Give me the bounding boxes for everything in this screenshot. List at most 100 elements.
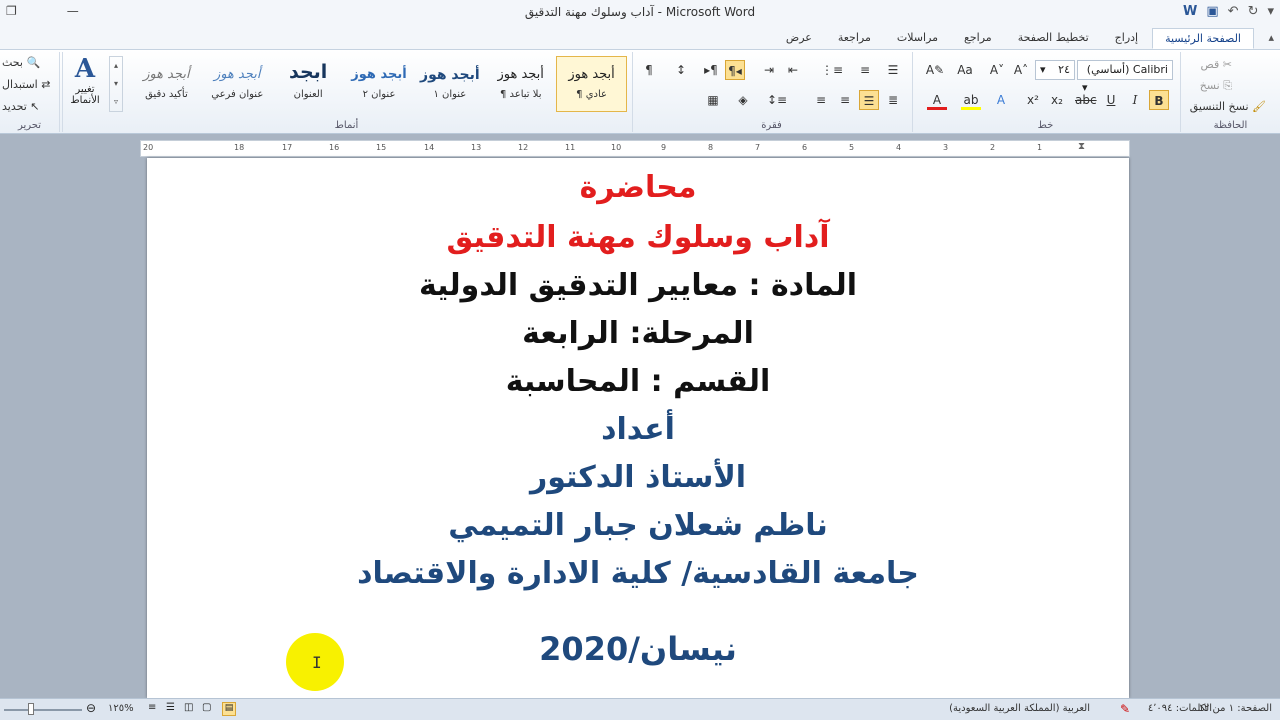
view-draft-icon[interactable]: ≡ [148, 702, 156, 713]
doc-line-title[interactable]: آداب وسلوك مهنة التدقيق [147, 220, 1129, 255]
styles-scroll[interactable]: ▴ ▾ ▿ [109, 56, 123, 112]
ruler-tick: 7 [755, 143, 761, 152]
ltr-direction-icon[interactable]: ▸¶ [701, 60, 721, 80]
style-name: عنوان فرعي [211, 89, 264, 100]
doc-line-lecture[interactable]: محاضرة [147, 170, 1129, 205]
copy-button[interactable]: نسخ ⎘ [1200, 79, 1232, 93]
style-subtitle[interactable]: أبجد هوز عنوان فرعي [202, 56, 273, 112]
tab-insert[interactable]: إدراج [1103, 28, 1150, 49]
increase-indent-icon[interactable]: ⇥ [759, 60, 779, 80]
doc-line-professor[interactable]: الأستاذ الدكتور [147, 460, 1129, 495]
doc-line-author[interactable]: ناظم شعلان جبار التميمي [147, 508, 1129, 543]
align-center-icon[interactable]: ☰ [859, 90, 879, 110]
borders-icon[interactable]: ▦ [703, 90, 723, 110]
replace-label: استبدال [2, 78, 38, 91]
highlight-icon[interactable]: ab [961, 90, 981, 110]
font-size-dropdown[interactable]: ٢٤ ▾ [1035, 60, 1075, 80]
view-full-screen-icon[interactable]: ▢ [202, 702, 211, 713]
word-logo-icon[interactable]: W [1183, 4, 1197, 19]
save-icon[interactable]: ▣ [1206, 4, 1218, 19]
font-name-dropdown[interactable]: Calibri (أساسي) ▾ [1077, 60, 1173, 94]
ruler-tick: 6 [802, 143, 808, 152]
doc-line-prepared[interactable]: أعداد [147, 412, 1129, 447]
zoom-slider-thumb[interactable] [28, 703, 34, 715]
font-group: Calibri (أساسي) ▾ ٢٤ ▾ A˄ A˅ Aa A✎ B I U… [912, 52, 1178, 132]
title-bar: ❐ — آداب وسلوك مهنة التدقيق - Microsoft … [0, 0, 1280, 26]
zoom-slider[interactable] [4, 709, 82, 711]
grow-font-icon[interactable]: A˄ [1011, 60, 1031, 80]
shading-icon[interactable]: ◈ [733, 90, 753, 110]
doc-line-subject[interactable]: المادة : معايير التدقيق الدولية [147, 268, 1129, 303]
horizontal-ruler[interactable]: 20 18 17 16 15 14 13 12 11 10 9 8 7 6 5 … [140, 140, 1130, 157]
right-indent-marker[interactable]: ⧗ [1078, 141, 1085, 152]
ruler-tick: 10 [611, 143, 622, 152]
style-sample: أبجد هوز [420, 67, 480, 83]
font-color-icon[interactable]: A [927, 90, 947, 110]
bold-icon[interactable]: B [1149, 90, 1169, 110]
proofing-icon[interactable]: ✎ [1120, 702, 1130, 716]
style-subtle-emphasis[interactable]: أبجد هوز تأكيد دقيق [131, 56, 202, 112]
justify-icon[interactable]: ≣ [883, 90, 903, 110]
style-heading-2[interactable]: أبجد هوز عنوان ٢ [344, 56, 415, 112]
language-indicator[interactable]: العربية (المملكة العربية السعودية) [949, 703, 1090, 714]
tab-references[interactable]: مراجع [952, 28, 1004, 49]
style-no-spacing[interactable]: أبجد هوز ¶ بلا تباعد [485, 56, 556, 112]
change-case-icon[interactable]: Aa [955, 60, 975, 80]
replace-button[interactable]: استبدال ⇄ [2, 78, 50, 91]
redo-icon[interactable]: ↻ [1248, 4, 1259, 19]
format-painter-button[interactable]: نسخ التنسيق 🖌 [1190, 100, 1266, 113]
text-effects-icon[interactable]: A [991, 90, 1011, 110]
zoom-level[interactable]: ١٢٥% [108, 703, 134, 714]
find-button[interactable]: بحث 🔍 [2, 56, 40, 69]
customize-qat-icon[interactable]: ▾ [1267, 4, 1274, 19]
strikethrough-icon[interactable]: abc [1075, 90, 1097, 110]
tab-home[interactable]: الصفحة الرئيسية [1152, 28, 1254, 49]
ruler-tick: 11 [565, 143, 576, 152]
doc-line-department[interactable]: القسم : المحاسبة [147, 364, 1129, 399]
undo-icon[interactable]: ↶ [1228, 4, 1239, 19]
doc-line-stage[interactable]: المرحلة: الرابعة [147, 316, 1129, 351]
sort-icon[interactable]: ↕ [671, 60, 691, 80]
doc-line-university[interactable]: جامعة القادسية/ كلية الادارة والاقتصاد [147, 556, 1129, 591]
change-styles-button[interactable]: A تغيير الأنماط [62, 54, 108, 116]
document-page[interactable]: محاضرة آداب وسلوك مهنة التدقيق المادة : … [147, 158, 1129, 698]
copy-label: نسخ [1199, 79, 1220, 92]
show-formatting-icon[interactable]: ¶ [639, 60, 659, 80]
superscript-icon[interactable]: x² [1023, 90, 1043, 110]
bullets-icon[interactable]: ☰ [883, 60, 903, 80]
view-outline-icon[interactable]: ☰ [166, 702, 175, 713]
font-group-label: خط [1037, 120, 1054, 131]
view-web-layout-icon[interactable]: ◫ [184, 702, 193, 713]
multilevel-list-icon[interactable]: ⋮≡ [821, 60, 843, 80]
decrease-indent-icon[interactable]: ⇤ [783, 60, 803, 80]
zoom-out-icon[interactable]: ⊖ [86, 701, 96, 715]
ribbon-collapse-icon[interactable]: ▴ [1268, 31, 1274, 44]
tab-mailings[interactable]: مراسلات [885, 28, 950, 49]
underline-icon[interactable]: U [1101, 90, 1121, 110]
line-spacing-icon[interactable]: ↕≡ [767, 90, 787, 110]
clear-formatting-icon[interactable]: A✎ [925, 60, 945, 80]
rtl-direction-icon[interactable]: ¶◂ [725, 60, 745, 80]
tab-review[interactable]: مراجعة [826, 28, 883, 49]
style-heading-1[interactable]: أبجد هوز عنوان ١ [414, 56, 485, 112]
align-right-icon[interactable]: ≡ [811, 90, 831, 110]
ruler-tick: 1 [1037, 143, 1043, 152]
align-left-icon[interactable]: ≡ [835, 90, 855, 110]
tab-view[interactable]: عرض [774, 28, 824, 49]
select-button[interactable]: تحديد ↖ [2, 100, 40, 113]
binoculars-icon: 🔍 [26, 56, 41, 69]
find-label: بحث [2, 56, 23, 69]
word-count[interactable]: الكلمات: ٤٬٠٩٤ [1148, 703, 1212, 714]
shrink-font-icon[interactable]: A˅ [987, 60, 1007, 80]
italic-icon[interactable]: I [1125, 90, 1145, 110]
subscript-icon[interactable]: x₂ [1047, 90, 1067, 110]
tab-page-layout[interactable]: تخطيط الصفحة [1006, 28, 1101, 49]
view-print-layout-icon[interactable]: ▤ [222, 702, 236, 716]
style-sample: أبجد هوز [351, 67, 407, 82]
ruler-tick: 18 [234, 143, 245, 152]
cut-button[interactable]: قص ✂ [1201, 58, 1232, 71]
numbering-icon[interactable]: ≡ [855, 60, 875, 80]
style-title[interactable]: ابجد العنوان [273, 56, 344, 112]
style-normal[interactable]: أبجد هوز ¶ عادي [556, 56, 627, 112]
style-sample: أبجد هوز [568, 67, 615, 82]
